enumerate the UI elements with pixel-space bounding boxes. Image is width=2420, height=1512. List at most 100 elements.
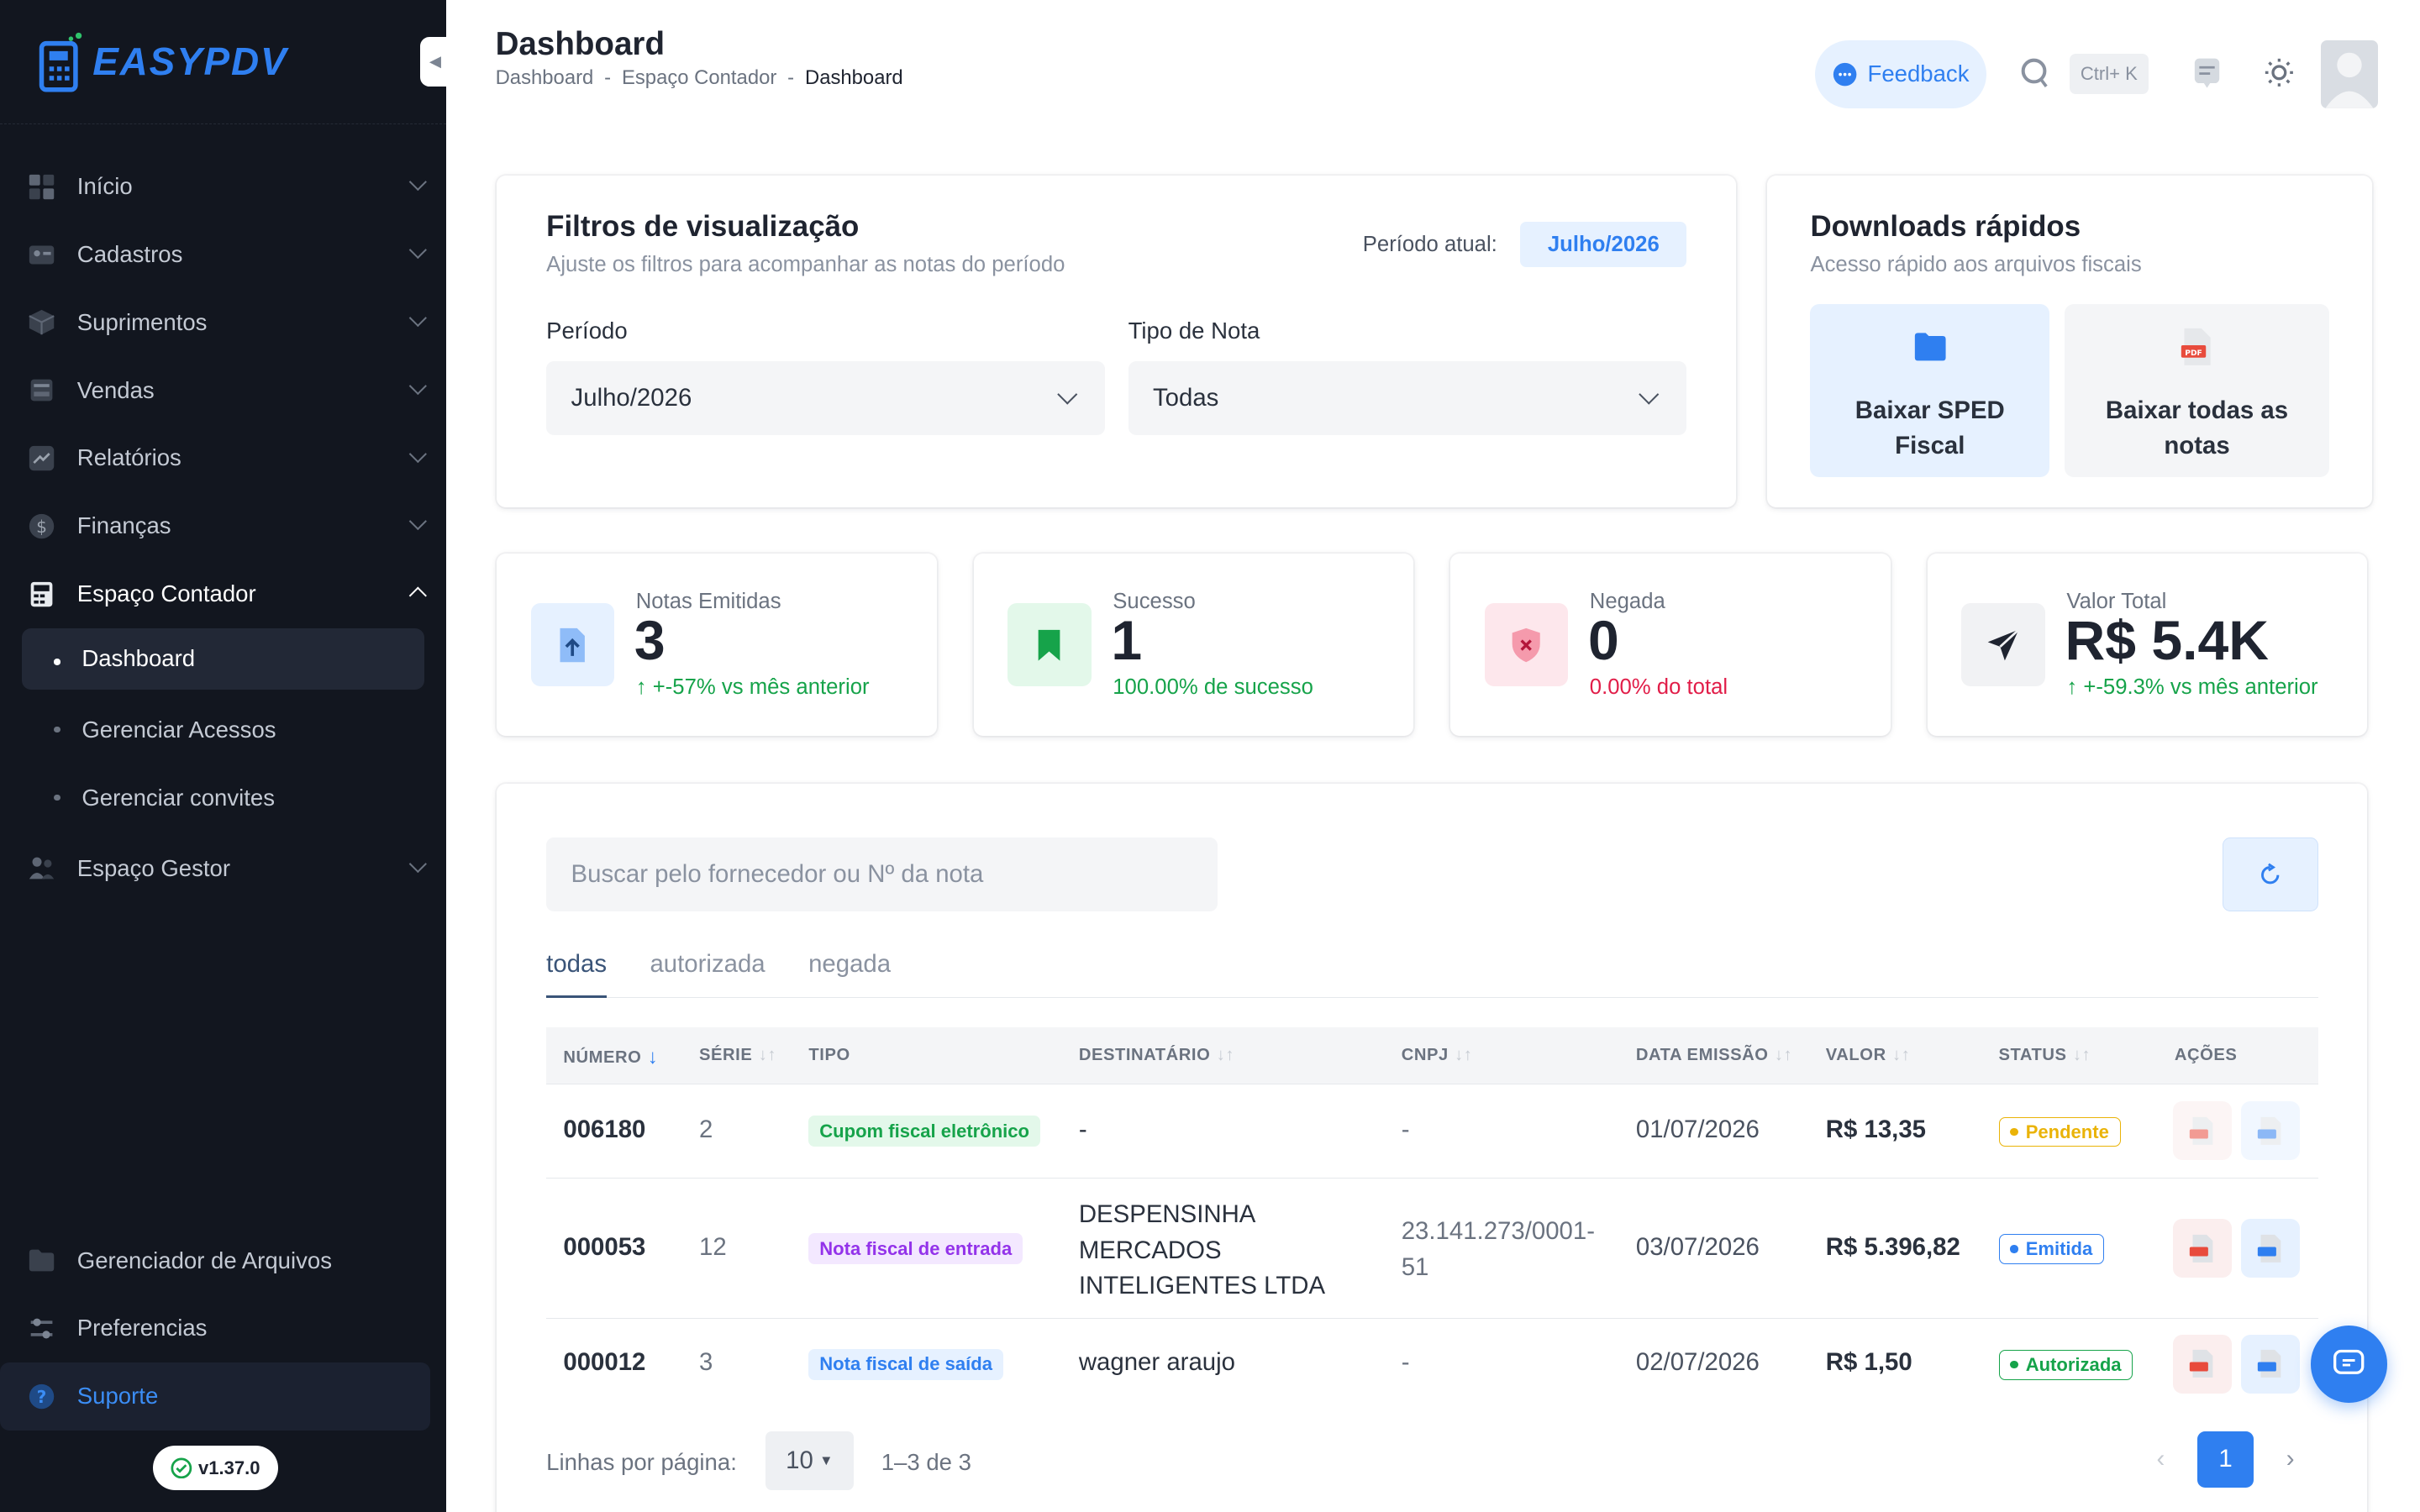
column-label: DATA EMISSÃO: [1635, 1046, 1769, 1065]
sidebar-item-espaco-contador[interactable]: Espaço Contador: [0, 560, 446, 628]
cell-cnpj: -: [1401, 1115, 1410, 1143]
refresh-button[interactable]: [2222, 837, 2318, 912]
search-input[interactable]: Buscar pelo fornecedor ou Nº da nota: [546, 837, 1218, 912]
status-text: Pendente: [2025, 1121, 2109, 1142]
type-tag: Cupom fiscal eletrônico: [808, 1116, 1040, 1147]
next-page-button[interactable]: ›: [2263, 1431, 2318, 1487]
download-xml-button[interactable]: [2240, 1334, 2300, 1394]
destinatario-line: MERCADOS: [1078, 1236, 1222, 1264]
breadcrumb-link[interactable]: Dashboard: [496, 66, 594, 90]
cell-tipo: Nota fiscal de saída: [808, 1348, 1003, 1380]
download-xml-button[interactable]: [2240, 1101, 2300, 1161]
sidebar-item-relatorios[interactable]: Relatórios: [0, 424, 446, 492]
period-select[interactable]: Julho/2026: [546, 360, 1106, 435]
sidebar-item-inicio[interactable]: Início: [0, 153, 446, 221]
table-row[interactable]: 006180 2 Cupom fiscal eletrônico - - 01/…: [546, 1084, 2318, 1179]
stat-delta-text: +-59.3% vs mês anterior: [2083, 675, 2318, 700]
search-icon[interactable]: [2020, 57, 2051, 91]
tab-negada[interactable]: negada: [808, 950, 891, 998]
col-numero[interactable]: NÚMERO ↓: [563, 1046, 658, 1069]
feedback-button[interactable]: Feedback: [1814, 39, 1986, 108]
cell-serie: 12: [699, 1232, 727, 1261]
col-data-emissao[interactable]: DATA EMISSÃO ↓↑: [1636, 1046, 1792, 1065]
sidebar-item-cadastros[interactable]: Cadastros: [0, 221, 446, 289]
sidebar-subitem-gerenciar-acessos[interactable]: Gerenciar Acessos: [0, 696, 446, 764]
pdf-file-icon: [2190, 1234, 2213, 1263]
breadcrumb-link[interactable]: Espaço Contador: [622, 66, 776, 90]
status-dot: [2010, 1245, 2018, 1253]
sun-icon[interactable]: [2264, 57, 2295, 88]
xml-file-icon: [2258, 1234, 2281, 1263]
rows-per-page-select[interactable]: 10 ▼: [765, 1431, 854, 1491]
cell-data: 01/07/2026: [1635, 1115, 1760, 1143]
sidebar-item-gerenciador-arquivos[interactable]: Gerenciador de Arquivos: [0, 1226, 446, 1294]
refresh-icon: [2261, 863, 2280, 885]
sort-icon: ↓↑: [1892, 1046, 1911, 1065]
id-card-icon: [28, 241, 55, 269]
col-status[interactable]: STATUS ↓↑: [1999, 1046, 2091, 1065]
download-pdf-button[interactable]: [2173, 1101, 2232, 1161]
status-dot: [2010, 1127, 2018, 1137]
page-button-current[interactable]: 1: [2197, 1431, 2254, 1488]
sidebar-item-espaco-gestor[interactable]: Espaço Gestor: [0, 835, 446, 903]
col-cnpj[interactable]: CNPJ ↓↑: [1402, 1046, 1473, 1065]
chevron-down-icon: [409, 308, 428, 327]
cell-numero: 006180: [563, 1115, 646, 1143]
col-destinatario[interactable]: DESTINATÁRIO ↓↑: [1079, 1046, 1234, 1065]
sort-icon: ↓↑: [1216, 1046, 1234, 1065]
tab-todas[interactable]: todas: [546, 950, 608, 999]
notes-icon[interactable]: [2193, 55, 2221, 89]
col-serie[interactable]: SÉRIE ↓↑: [699, 1046, 776, 1065]
filters-subtitle: Ajuste os filtros para acompanhar as not…: [546, 253, 1065, 277]
sidebar-item-suporte[interactable]: ? Suporte: [0, 1362, 431, 1431]
tab-autorizada[interactable]: autorizada: [650, 950, 765, 998]
brand-logo[interactable]: EASYPDV: [37, 31, 287, 92]
sidebar-item-label: Suprimentos: [76, 308, 208, 335]
table-row[interactable]: 000012 3 Nota fiscal de saída wagner ara…: [546, 1319, 2318, 1409]
sidebar-item-vendas[interactable]: Vendas: [0, 356, 446, 424]
prev-page-button[interactable]: ‹: [2133, 1431, 2188, 1487]
stat-card-negada: Negada 0 0.00% do total: [1450, 554, 1891, 737]
sidebar-item-preferencias[interactable]: Preferencias: [0, 1294, 446, 1362]
download-all-notes-button[interactable]: PDF Baixar todas as notas: [2065, 303, 2329, 477]
sort-icon: ↓↑: [758, 1046, 776, 1065]
current-period-badge: Julho/2026: [1520, 222, 1687, 267]
dollar-icon: $: [28, 512, 55, 540]
collapse-sidebar-button[interactable]: ◀: [419, 37, 451, 87]
download-pdf-button[interactable]: [2173, 1334, 2232, 1394]
pos-terminal-icon: [39, 32, 82, 92]
column-label: NÚMERO: [563, 1047, 642, 1067]
column-label: DESTINATÁRIO: [1078, 1046, 1211, 1065]
chevron-left-icon: ‹: [2156, 1445, 2165, 1473]
table-row[interactable]: 000053 12 Nota fiscal de entrada DESPENS…: [546, 1179, 2318, 1320]
breadcrumb-current: Dashboard: [804, 66, 903, 89]
sidebar-subitem-gerenciar-convites[interactable]: Gerenciar convites: [0, 764, 446, 832]
chat-fab-button[interactable]: [2310, 1325, 2388, 1403]
downloads-card: Downloads rápidos Acesso rápido aos arqu…: [1767, 176, 2372, 508]
sidebar-item-label: Espaço Gestor: [76, 855, 230, 882]
main-nav: Início Cadastros Suprimentos Vendas Rela…: [0, 153, 446, 903]
sidebar-item-financas[interactable]: $ Finanças: [0, 492, 446, 560]
download-all-label: notas: [2164, 431, 2230, 459]
column-label: TIPO: [808, 1046, 850, 1065]
note-type-select[interactable]: Todas: [1128, 360, 1687, 435]
stat-value: 0: [1587, 610, 1619, 673]
breadcrumb-separator: -: [604, 66, 612, 89]
sidebar-item-suprimentos[interactable]: Suprimentos: [0, 288, 446, 356]
register-icon: [28, 376, 55, 404]
download-pdf-button[interactable]: [2173, 1218, 2232, 1278]
cell-status: Autorizada: [1998, 1347, 2133, 1380]
download-sped-label: Fiscal: [1895, 431, 1965, 459]
page-title: Dashboard: [495, 26, 665, 63]
col-valor[interactable]: VALOR ↓↑: [1826, 1046, 1911, 1065]
download-sped-button[interactable]: Baixar SPED Fiscal: [1810, 303, 2050, 477]
stat-delta: ↑ +-57% vs mês anterior: [636, 675, 870, 700]
cell-status: Emitida: [1998, 1231, 2105, 1264]
status-text: Emitida: [2025, 1238, 2093, 1260]
cell-valor: R$ 13,35: [1825, 1115, 1927, 1143]
cell-destinatario: wagner araujo: [1078, 1348, 1235, 1377]
sidebar-subitem-dashboard[interactable]: Dashboard: [21, 627, 425, 690]
download-xml-button[interactable]: [2240, 1218, 2300, 1278]
avatar[interactable]: [2321, 39, 2379, 108]
period-select-value: Julho/2026: [571, 383, 692, 412]
